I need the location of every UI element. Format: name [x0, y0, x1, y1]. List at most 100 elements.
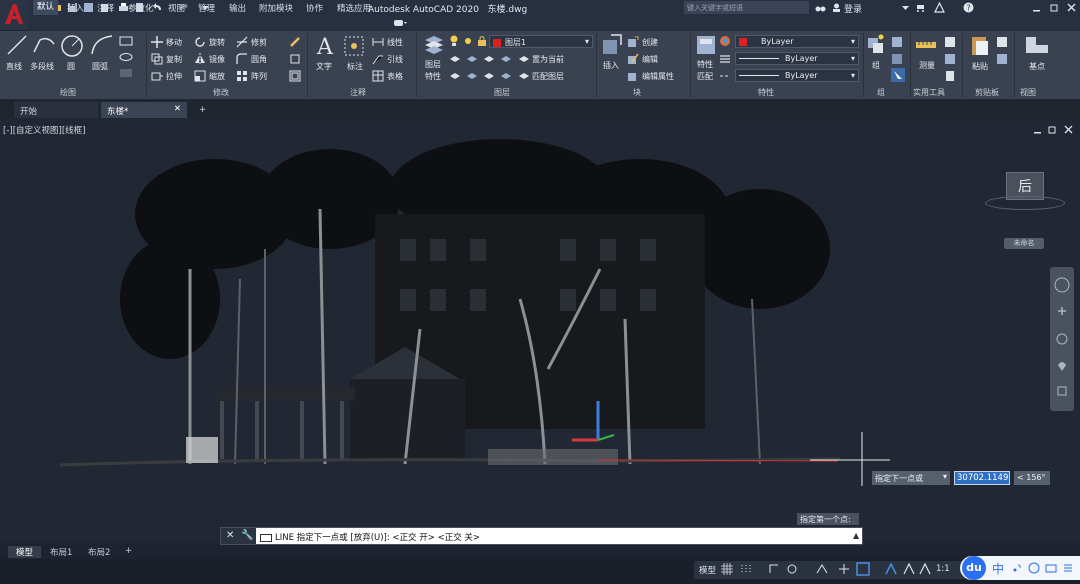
circle-tool-label[interactable]: 圆: [67, 61, 75, 72]
insert-block-icon[interactable]: [601, 34, 623, 59]
tab-layout2[interactable]: 布局2: [88, 546, 110, 558]
explode-icon[interactable]: [289, 53, 301, 68]
baidu-ime-logo[interactable]: du: [962, 556, 986, 580]
isodraft-icon[interactable]: [816, 563, 828, 578]
layer-lock-icon[interactable]: [500, 54, 512, 67]
dimension-tool-label[interactable]: 标注: [347, 61, 363, 72]
copy-label[interactable]: 复制: [166, 54, 182, 65]
ime-keyboard-icon[interactable]: [1045, 562, 1057, 577]
view-panel-title[interactable]: 视图: [1020, 87, 1036, 98]
ime-menu-icon[interactable]: [1062, 562, 1074, 577]
dynamic-angle-input[interactable]: < 156°: [1014, 471, 1050, 485]
ungroup-icon[interactable]: [891, 36, 903, 51]
layer-isolate-icon[interactable]: [466, 54, 478, 67]
tab-view[interactable]: 视图: [168, 2, 185, 14]
linear-dim-label[interactable]: 线性: [387, 37, 403, 48]
line-tool-label[interactable]: 直线: [6, 61, 22, 72]
new-tab-button[interactable]: +: [193, 102, 212, 118]
match-properties-label-1[interactable]: 特性: [697, 59, 713, 70]
tab-manage[interactable]: 管理: [198, 2, 215, 14]
copy-icon[interactable]: [151, 53, 163, 68]
layer-properties-label-1[interactable]: 图层: [425, 59, 441, 70]
utilities-panel-title[interactable]: 实用工具: [913, 87, 945, 98]
viewcube-compass[interactable]: [985, 196, 1065, 210]
layer-properties-icon[interactable]: [423, 34, 445, 59]
group-edit-icon[interactable]: [891, 53, 903, 68]
tab-start[interactable]: 开始: [14, 102, 98, 118]
close-window-icon[interactable]: [1066, 2, 1077, 13]
layers-panel-title[interactable]: 图层: [494, 87, 510, 98]
search-input[interactable]: 键入关键字或短语: [684, 1, 809, 14]
polyline-tool-label[interactable]: 多段线: [30, 61, 54, 72]
linear-dim-icon[interactable]: [372, 36, 384, 51]
layer-freeze-icon[interactable]: [483, 54, 495, 67]
array-label[interactable]: 阵列: [251, 71, 267, 82]
app-logo[interactable]: [0, 0, 28, 30]
tab-output[interactable]: 输出: [229, 2, 246, 14]
properties-panel-title[interactable]: 特性: [758, 87, 774, 98]
insert-block-label[interactable]: 插入: [603, 60, 619, 71]
otrack-icon[interactable]: [838, 563, 850, 578]
table-label[interactable]: 表格: [387, 71, 403, 82]
ime-punctuation-icon[interactable]: [1011, 562, 1023, 577]
tab-featured-apps[interactable]: 精选应用: [337, 2, 371, 14]
tab-insert[interactable]: 插入: [67, 2, 84, 14]
lineweight-dropdown[interactable]: ByLayer ▾: [735, 52, 859, 65]
measure-icon[interactable]: [915, 36, 937, 57]
rectangle-tool-icon[interactable]: [119, 36, 133, 49]
viewport-close-icon[interactable]: [1063, 124, 1074, 135]
erase-icon[interactable]: [289, 36, 301, 51]
ribbon-toggle-icon[interactable]: [393, 18, 407, 29]
cart-icon[interactable]: [915, 2, 926, 13]
auto-scale-icon[interactable]: [902, 562, 916, 579]
connect-icon[interactable]: [934, 1, 945, 13]
save-as-icon[interactable]: [83, 2, 94, 13]
login-link[interactable]: 登录: [844, 2, 862, 15]
layer-thaw-icon[interactable]: [483, 71, 495, 84]
base-view-icon[interactable]: [1025, 36, 1049, 57]
user-icon[interactable]: [831, 2, 842, 13]
lock-icon[interactable]: [477, 35, 487, 50]
modify-panel-title[interactable]: 修改: [213, 87, 229, 98]
trim-icon[interactable]: [236, 36, 248, 51]
copy-clip-icon[interactable]: [996, 53, 1008, 68]
tab-layout1[interactable]: 布局1: [50, 546, 72, 558]
sun-icon[interactable]: [462, 35, 474, 50]
navigation-bar[interactable]: [1050, 267, 1074, 411]
tab-model[interactable]: 模型: [8, 546, 42, 558]
grid-icon[interactable]: [721, 563, 733, 578]
text-tool-icon[interactable]: A: [315, 33, 337, 60]
move-label[interactable]: 移动: [166, 37, 182, 48]
cut-icon[interactable]: [996, 36, 1008, 51]
stretch-icon[interactable]: [151, 70, 163, 85]
tab-addins[interactable]: 附加模块: [259, 2, 293, 14]
ucs-dropdown[interactable]: 未命名: [1004, 238, 1044, 249]
wrench-icon[interactable]: 🔧: [241, 530, 253, 541]
viewport-controls-label[interactable]: [-][自定义视图][线框]: [3, 124, 85, 136]
match-properties-label-2[interactable]: 匹配: [697, 71, 713, 82]
block-panel-title[interactable]: 块: [633, 87, 641, 98]
table-icon[interactable]: [372, 70, 384, 85]
arc-tool-label[interactable]: 圆弧: [92, 61, 108, 72]
osnap-icon[interactable]: [856, 562, 870, 579]
select-all-icon[interactable]: [944, 53, 956, 68]
edit-attributes-icon[interactable]: [627, 70, 639, 85]
calculator-icon[interactable]: [944, 70, 956, 85]
groups-panel-title[interactable]: 组: [877, 87, 885, 98]
fillet-label[interactable]: 圆角: [251, 54, 267, 65]
line-tool-icon[interactable]: [6, 34, 28, 59]
layer-walk-icon[interactable]: [449, 71, 461, 84]
offset-icon[interactable]: [289, 70, 301, 85]
edit-block-icon[interactable]: [627, 53, 639, 68]
make-current-icon[interactable]: [518, 54, 530, 67]
group-select-icon[interactable]: [891, 68, 905, 85]
group-icon[interactable]: [867, 34, 885, 59]
lightbulb-icon[interactable]: [449, 35, 459, 50]
tab-current-drawing[interactable]: 东楼* ✕: [101, 102, 187, 118]
mirror-icon[interactable]: [194, 53, 206, 68]
hatch-tool-icon[interactable]: [119, 68, 133, 81]
color-dropdown[interactable]: ByLayer ▾: [735, 35, 859, 48]
layer-dropdown[interactable]: 图层1 ▾: [489, 35, 593, 48]
color-wheel-icon[interactable]: [719, 35, 731, 50]
annotation-visibility-icon[interactable]: [884, 562, 898, 579]
